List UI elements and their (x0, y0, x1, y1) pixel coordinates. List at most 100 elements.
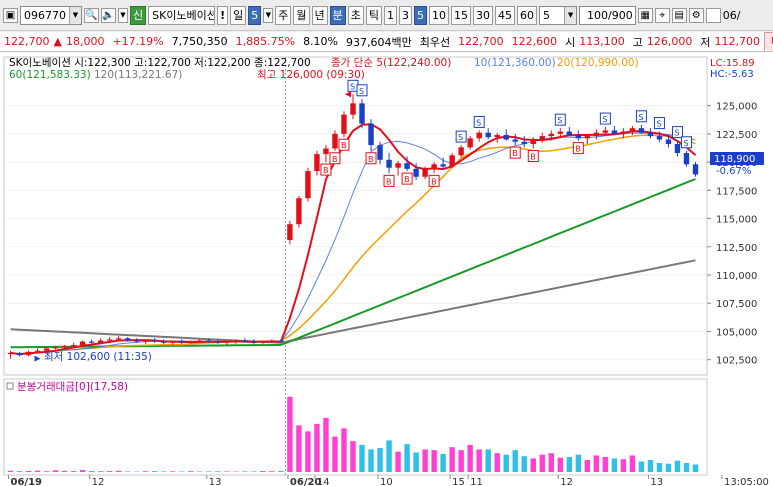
volume-bar (512, 450, 518, 472)
low-marker-label: 최저 102,600 (11:35) (44, 351, 152, 363)
volume-bar (431, 450, 437, 472)
volume-bar (665, 463, 672, 472)
chevron-down-icon[interactable]: ▼ (263, 7, 274, 23)
candle-body (476, 132, 482, 139)
grid-icon[interactable]: ▦ (637, 7, 653, 23)
signal-label: S (359, 87, 364, 96)
count-field[interactable]: 100 /900 (579, 5, 636, 25)
candle-body (115, 338, 122, 340)
minute-btn-3[interactable]: 3 (399, 5, 413, 25)
signal-label: B (575, 145, 581, 154)
candle-body (404, 163, 410, 169)
volume-bar (620, 459, 627, 472)
speaker-icon[interactable]: 🔈 (101, 7, 116, 23)
ma60-legend: 60(121,583.33) (9, 69, 91, 81)
interval-value[interactable]: 5 (540, 9, 564, 22)
volume-bar (494, 453, 500, 472)
gear-icon[interactable]: ⚙ (688, 7, 704, 23)
candle-body (350, 103, 356, 115)
checkbox-icon[interactable] (705, 7, 721, 23)
candle-body (278, 340, 284, 342)
day-value[interactable]: 5 (248, 5, 262, 25)
volume-bar (179, 471, 185, 472)
day-button[interactable]: 일 (230, 5, 247, 25)
date-field[interactable]: 06/ (723, 9, 741, 22)
volume-bar (161, 471, 167, 472)
ma120-legend: 120(113,221.67) (94, 69, 182, 81)
search-icon[interactable]: 🔍 (84, 7, 99, 23)
volume-bar (152, 471, 158, 472)
minute-btn-30[interactable]: 30 (473, 5, 494, 25)
stock-code-value[interactable]: 096770 (21, 9, 69, 22)
buy-button[interactable]: 매수 (764, 32, 773, 51)
minute-btn-45[interactable]: 45 (495, 5, 516, 25)
volume-bar (242, 471, 248, 472)
volume-title: 분봉거래대금[0](17,58) (17, 381, 128, 393)
candle-body (341, 114, 347, 134)
price-chart[interactable]: BBBSSBBBBSSBBSBSSSSS 125,000122,500120,0… (0, 53, 773, 486)
count-value[interactable]: 100 (582, 9, 608, 22)
candle-body (647, 132, 654, 137)
volume-bar (539, 454, 545, 472)
candle-body (233, 340, 239, 342)
period-year[interactable]: 년 (311, 5, 328, 25)
period-week[interactable]: 주 (275, 5, 292, 25)
price-change: 18,000 (65, 35, 105, 48)
volume-bar (584, 459, 591, 472)
high-price: 126,000 (646, 35, 693, 48)
period-month[interactable]: 월 (293, 5, 310, 25)
volume-pane-checkbox[interactable] (6, 382, 14, 390)
volume-bar (224, 471, 230, 472)
minute-btn-10[interactable]: 10 (429, 5, 450, 25)
save-icon[interactable]: ▤ (671, 7, 687, 23)
volume-bar (97, 471, 104, 472)
period-minute[interactable]: 분 (329, 5, 346, 25)
candle-body (530, 139, 536, 144)
candle-body (620, 131, 627, 134)
up-arrow-icon: ▲ (53, 35, 62, 48)
crosshair-icon[interactable]: ⌖ (654, 7, 670, 23)
x-tick-label: 10 (380, 477, 393, 486)
volume-bar (503, 454, 509, 472)
alert-button[interactable]: ! (217, 5, 229, 25)
chevron-down-icon[interactable]: ▼ (564, 6, 577, 24)
candle-body (314, 154, 320, 172)
candle-body (692, 164, 699, 175)
volume-bar (142, 471, 149, 472)
stock-name-field[interactable]: SK이노베이션 (148, 5, 216, 25)
signal-label: B (530, 153, 536, 162)
minute-btn-5[interactable]: 5 (414, 5, 428, 25)
chevron-down-icon[interactable]: ▼ (69, 6, 81, 24)
minute-btn-1[interactable]: 1 (384, 5, 398, 25)
signal-label: S (557, 116, 562, 125)
low-label: 저 (700, 35, 711, 49)
period-tick[interactable]: 틱 (365, 5, 383, 25)
volume-bar (115, 470, 122, 472)
volume-bar (575, 454, 582, 472)
candle-body (88, 341, 95, 343)
interval-combo[interactable]: 5 ▼ (539, 5, 578, 25)
candle-body (395, 163, 401, 168)
candle-body (512, 139, 518, 142)
x-tick-label: 11 (470, 477, 483, 486)
ma20-legend: 20(120,990.00) (557, 57, 639, 69)
candle-body (557, 131, 564, 134)
stock-code-combo[interactable]: 096770 ▼ (20, 5, 82, 25)
volume-bar (88, 470, 95, 472)
high-label: 고 (632, 35, 643, 49)
window-icon[interactable]: ▣ (3, 7, 18, 23)
low-price: 112,700 (714, 35, 761, 48)
volume-bar (359, 444, 365, 472)
y-tick-label: 107,500 (716, 299, 757, 310)
minute-btn-15[interactable]: 15 (451, 5, 472, 25)
volume-bar (43, 471, 50, 472)
candle-body (575, 134, 582, 139)
minute-btn-60[interactable]: 60 (517, 5, 538, 25)
chevron-down-icon[interactable]: ▼ (118, 7, 128, 23)
high-marker-label: 최고 126,000 (09:30) (257, 69, 365, 81)
volume-bar (530, 458, 536, 472)
volume-bar (593, 455, 600, 472)
candle-body (215, 341, 221, 343)
period-second[interactable]: 초 (347, 5, 364, 25)
volume-bar (611, 458, 618, 472)
